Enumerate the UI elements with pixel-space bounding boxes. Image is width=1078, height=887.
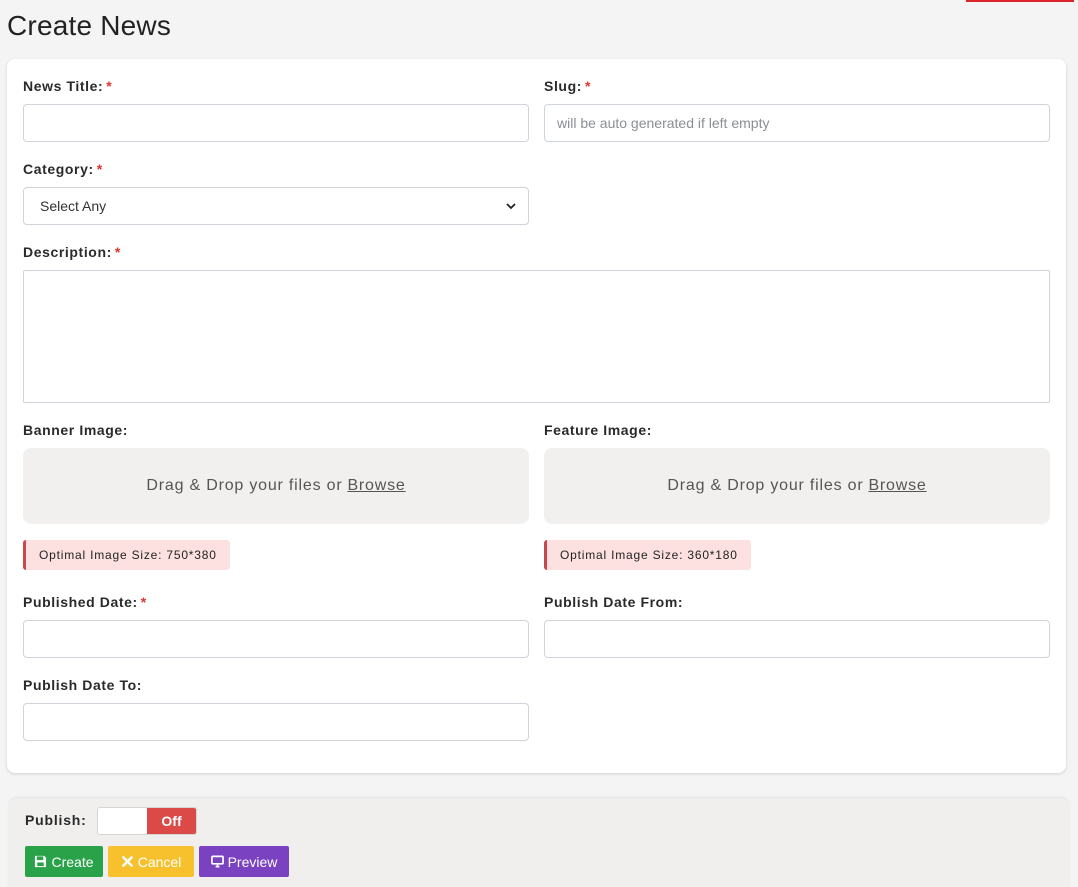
publish-date-from-input[interactable] — [544, 620, 1050, 658]
published-date-label: Published Date: * — [23, 594, 147, 610]
cancel-button[interactable]: Cancel — [108, 846, 194, 877]
news-title-input[interactable] — [23, 104, 529, 142]
required-mark: * — [96, 161, 103, 177]
top-accent-bar — [966, 0, 1074, 2]
news-form-card — [7, 59, 1066, 773]
page-title: Create News — [7, 10, 172, 41]
publish-date-to-input[interactable] — [23, 703, 529, 741]
banner-image-label: Banner Image: — [23, 422, 129, 438]
category-selected-value: Select Any — [40, 198, 107, 214]
preview-button-label: Preview — [227, 853, 278, 870]
feature-image-size-hint: Optimal Image Size: 360*180 — [544, 540, 751, 570]
publish-toggle-state: Off — [147, 808, 196, 834]
required-mark: * — [585, 78, 592, 94]
banner-image-size-hint: Optimal Image Size: 750*380 — [23, 540, 230, 570]
dropzone-text: Drag & Drop your files or — [667, 477, 864, 494]
description-label: Description: * — [23, 244, 121, 260]
publish-label: Publish: — [25, 812, 87, 828]
category-select[interactable]: Select Any — [23, 187, 529, 225]
publish-toggle[interactable]: Off — [97, 807, 197, 835]
published-date-input[interactable] — [23, 620, 529, 658]
feature-image-label: Feature Image: — [544, 422, 652, 438]
publish-date-to-label: Publish Date To: — [23, 677, 143, 693]
dropzone-text: Drag & Drop your files or — [146, 477, 343, 494]
monitor-icon — [210, 855, 224, 868]
chevron-down-icon — [506, 203, 516, 210]
create-button-label: Create — [51, 853, 94, 870]
required-mark: * — [106, 78, 113, 94]
create-button[interactable]: Create — [25, 846, 103, 877]
x-mark-icon — [121, 856, 133, 867]
feature-image-dropzone[interactable]: Drag & Drop your files or Browse — [544, 448, 1050, 524]
required-mark: * — [140, 594, 147, 610]
browse-link[interactable]: Browse — [868, 477, 926, 495]
description-textarea[interactable] — [23, 270, 1050, 403]
browse-link[interactable]: Browse — [347, 477, 405, 495]
publish-date-from-label: Publish Date From: — [544, 594, 684, 610]
required-mark: * — [114, 244, 121, 260]
preview-button[interactable]: Preview — [199, 846, 289, 877]
news-title-label: News Title: * — [23, 78, 113, 94]
slug-label: Slug: * — [544, 78, 592, 94]
cancel-button-label: Cancel — [137, 853, 182, 870]
banner-image-dropzone[interactable]: Drag & Drop your files or Browse — [23, 448, 529, 524]
slug-input[interactable] — [544, 104, 1050, 142]
category-label: Category: * — [23, 161, 103, 177]
floppy-disk-icon — [35, 855, 47, 868]
